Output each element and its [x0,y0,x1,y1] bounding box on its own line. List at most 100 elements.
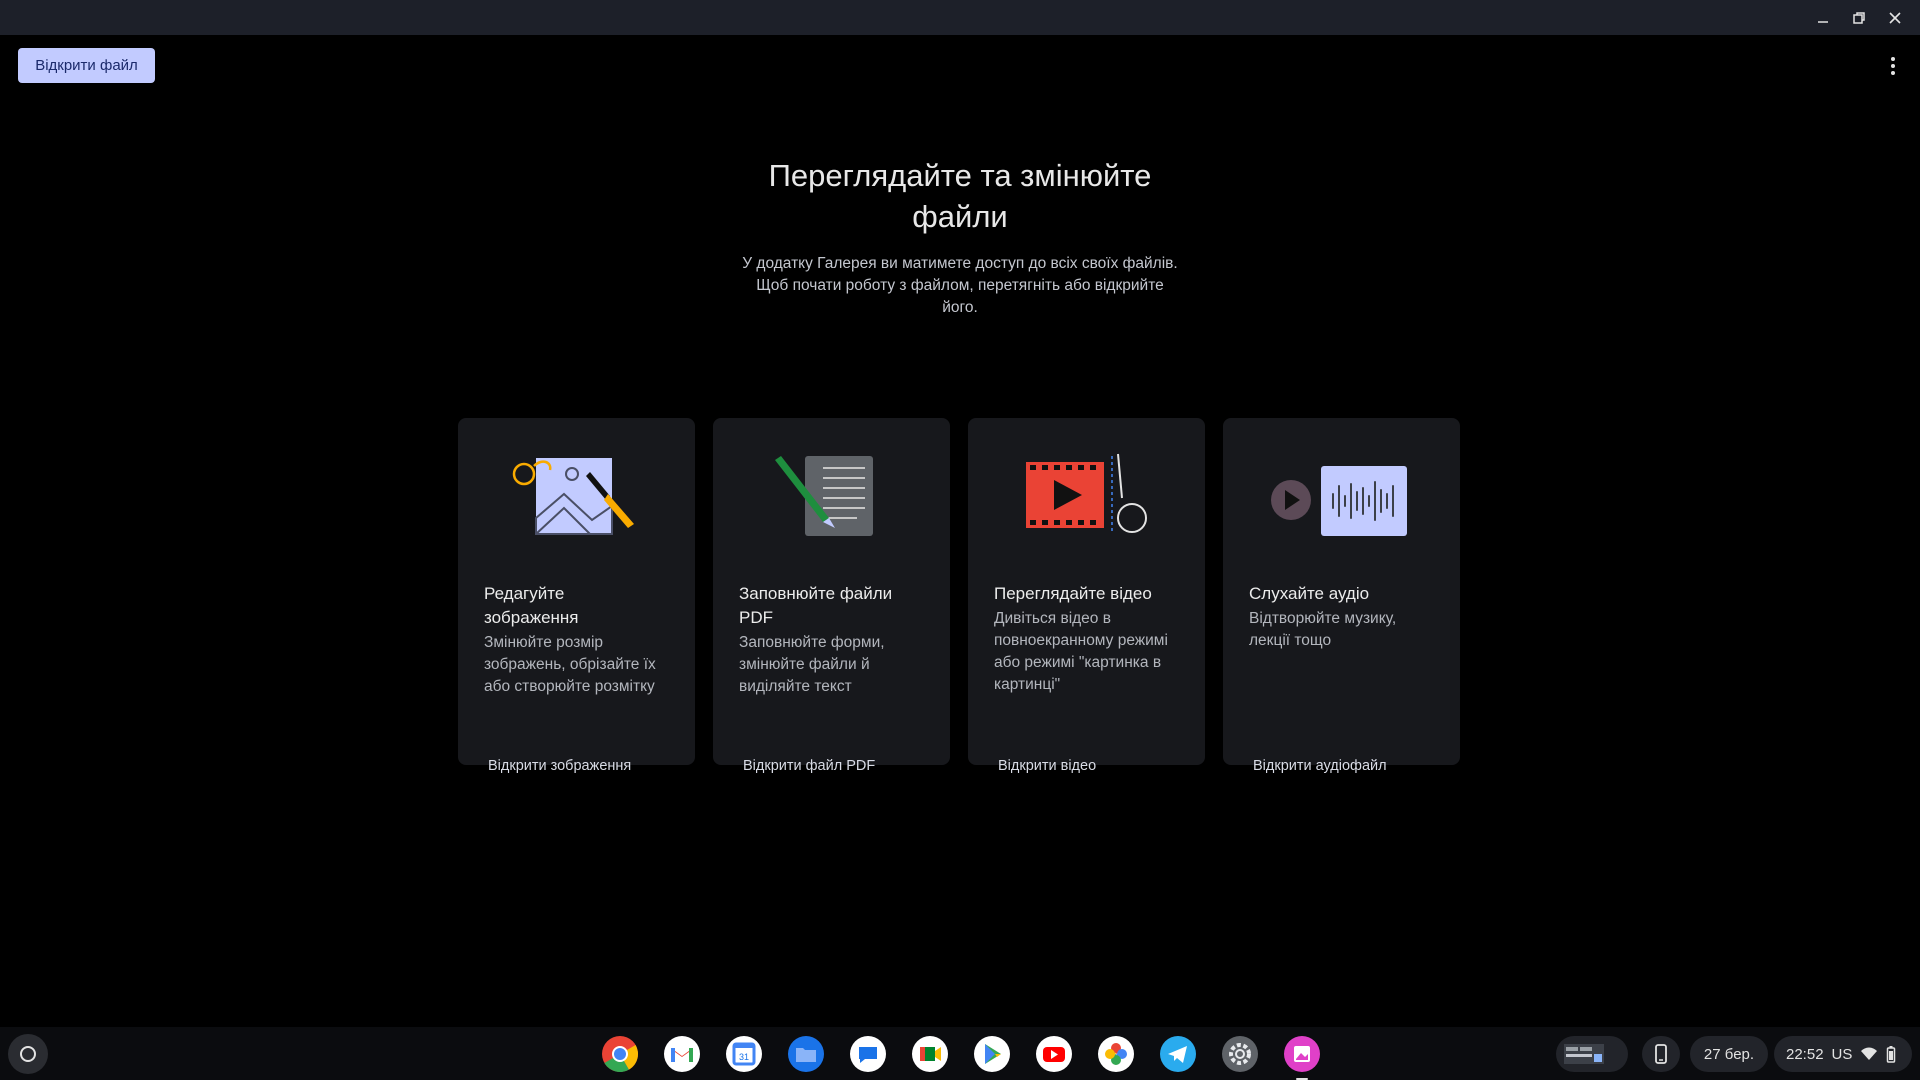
card-edit-images[interactable]: Редагуйте зображення Змінюйте розмір зоб… [458,418,695,774]
play-store-icon [974,1036,1010,1072]
shelf: 31 27 бер. 22:52 US [0,1027,1920,1080]
meet-app[interactable] [908,1032,952,1076]
card-desc-line: лекції тощо [1249,632,1332,649]
open-file-button[interactable]: Відкрити файл [18,48,155,83]
card-title: Слухайте аудіо [1249,584,1370,603]
settings-app[interactable] [1218,1032,1262,1076]
open-audio-link[interactable]: Відкрити аудіофайл [1253,758,1387,774]
audio-illustration [1270,466,1407,536]
wifi-icon [1861,1047,1878,1060]
card-title: Редагуйте зображення [484,582,674,630]
open-video-link[interactable]: Відкрити відео [998,758,1096,774]
card-title-line: Заповнюйте файли [739,584,893,603]
more-menu-button[interactable] [1878,51,1908,81]
card-description: Заповнюйте форми, змінюйте файли й виділ… [739,632,934,698]
open-image-link[interactable]: Відкрити зображення [488,758,631,774]
card-desc-line: Відтворюйте музику, [1249,610,1397,627]
youtube-app[interactable] [1032,1032,1076,1076]
card-desc-line: або режимі "картинка в [994,654,1162,671]
card-title: Заповнюйте файли PDF [739,582,929,630]
desk-preview-icon [1564,1044,1604,1064]
close-icon [1889,11,1901,24]
card-desc-line: картинці" [994,676,1061,693]
more-vert-dot [1891,71,1895,75]
photos-app[interactable] [1094,1032,1138,1076]
gmail-app[interactable] [660,1032,704,1076]
clock-time: 22:52 [1786,1045,1824,1063]
photos-icon [1098,1036,1134,1072]
pdf-document-illustration [774,456,873,536]
edit-image-illustration [512,458,634,535]
window-titlebar [0,0,1920,35]
page-title-line: Переглядайте та змінюйте [768,158,1152,193]
date-button[interactable]: 27 бер. [1690,1036,1768,1072]
card-fill-pdf[interactable]: Заповнюйте файли PDF Заповнюйте форми, з… [713,418,950,774]
status-area[interactable]: 22:52 US [1774,1036,1912,1072]
minimize-button[interactable] [1808,3,1838,33]
card-watch-video[interactable]: Переглядайте відео Дивіться відео в повн… [968,418,1205,774]
screen: Відкрити файл Переглядайте та змінюйте ф… [0,0,1920,1080]
play-store-app[interactable] [970,1032,1014,1076]
gallery-icon [1284,1036,1320,1072]
close-button[interactable] [1880,3,1910,33]
card-description: Змінюйте розмір зображень, обрізайте їх … [484,632,679,698]
card-title-line: PDF [739,608,773,627]
app-dock: 31 [598,1032,1324,1080]
description-line: Щоб почати роботу з файлом, перетягніть … [756,277,1164,294]
gallery-app: Відкрити файл Переглядайте та змінюйте ф… [0,35,1920,1027]
card-desc-line: повноекранному режимі [994,632,1168,649]
restore-icon [1853,11,1865,24]
card-title-line: Редагуйте [484,584,565,603]
open-pdf-link[interactable]: Відкрити файл PDF [743,758,875,774]
messages-app[interactable] [846,1032,890,1076]
gmail-icon [664,1036,700,1072]
card-desc-line: Дивіться відео в [994,610,1111,627]
page-title: Переглядайте та змінюйте файли [660,155,1260,237]
phone-hub-button[interactable] [1642,1036,1680,1072]
card-art [968,448,1205,538]
restore-button[interactable] [1844,3,1874,33]
window-preview-thumbnail[interactable] [1556,1036,1628,1072]
card-title-line: зображення [484,608,579,627]
youtube-icon [1036,1036,1072,1072]
calendar-day-number: 31 [739,1052,749,1062]
card-art [458,448,695,538]
feature-cards: Редагуйте зображення Змінюйте розмір зоб… [458,418,1460,774]
description-line: У додатку Галерея ви матимете доступ до … [742,255,1178,272]
card-description: Дивіться відео в повноекранному режимі а… [994,608,1189,696]
chrome-icon [602,1036,639,1073]
calendar-icon: 31 [726,1036,762,1072]
battery-icon [1887,1046,1896,1063]
page-title-line: файли [912,199,1008,234]
meet-icon [912,1036,948,1072]
more-vert-dot [1891,64,1895,68]
keyboard-layout: US [1831,1045,1853,1063]
telegram-icon [1160,1036,1196,1072]
card-desc-line: виділяйте текст [739,678,852,695]
card-desc-line: або створюйте розмітку [484,678,655,695]
card-art [1223,448,1460,538]
launcher-icon [20,1046,36,1062]
card-art [713,448,950,538]
files-app[interactable] [784,1032,828,1076]
video-illustration [1025,453,1147,534]
phone-icon [1655,1044,1667,1064]
card-desc-line: Змінюйте розмір [484,634,604,651]
card-desc-line: зображень, обрізайте їх [484,656,656,673]
messages-icon [850,1036,886,1072]
description-line: його. [942,299,978,316]
gallery-app-icon[interactable] [1280,1032,1324,1080]
more-vert-icon [1891,57,1895,61]
card-desc-line: Заповнюйте форми, [739,634,885,651]
page-description: У додатку Галерея ви матимете доступ до … [730,253,1190,319]
settings-icon [1222,1036,1258,1072]
files-icon [788,1036,824,1072]
calendar-app[interactable]: 31 [722,1032,766,1076]
telegram-app[interactable] [1156,1032,1200,1076]
launcher-button[interactable] [8,1034,48,1074]
minimize-icon [1818,20,1828,23]
card-desc-line: змінюйте файли й [739,656,870,673]
card-listen-audio[interactable]: Слухайте аудіо Відтворюйте музику, лекці… [1223,418,1460,774]
chrome-app[interactable] [598,1032,642,1076]
card-description: Відтворюйте музику, лекції тощо [1249,608,1444,652]
